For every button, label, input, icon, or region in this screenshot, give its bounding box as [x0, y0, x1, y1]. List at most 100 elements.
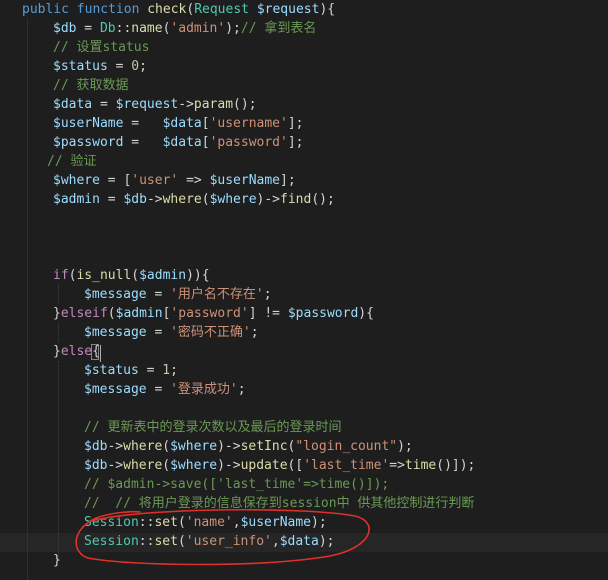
code-token: { — [92, 344, 100, 359]
code-line[interactable]: $data = $request->param(); — [53, 95, 257, 114]
code-token: check — [147, 2, 187, 17]
code-line[interactable]: // 更新表中的登录次数以及最后的登录时间 — [84, 418, 341, 437]
code-token: $where — [209, 192, 257, 207]
code-token: = — [76, 21, 100, 36]
code-line[interactable]: $where = ['user' => $userName]; — [53, 171, 296, 190]
indent-guide — [27, 19, 28, 580]
code-line[interactable]: $admin = $db->where($where)->find(); — [53, 190, 335, 209]
code-token: $admin — [115, 306, 163, 321]
code-token: // 更新表中的登录次数以及最后的登录时间 — [84, 420, 342, 435]
code-token: $password — [53, 135, 124, 150]
code-token: if — [53, 268, 69, 283]
code-line[interactable]: public function check(Request $request){ — [22, 0, 335, 19]
code-line[interactable]: }else{ — [53, 342, 100, 361]
code-token: ( — [107, 306, 116, 321]
code-token: = — [146, 325, 171, 340]
code-token: Request — [194, 2, 257, 17]
indent-guide — [58, 285, 59, 304]
code-line[interactable]: } — [53, 551, 61, 570]
code-token: -> — [107, 439, 124, 454]
code-line[interactable]: }elseif($admin['password'] != $password)… — [53, 304, 374, 323]
code-token: 'admin' — [170, 21, 226, 36]
code-token: ){ — [358, 306, 374, 321]
code-token: is_null — [76, 268, 132, 283]
code-token: ( — [177, 515, 186, 530]
code-token: where — [123, 439, 163, 454]
code-line[interactable]: $status = 0; — [53, 57, 147, 76]
code-line[interactable]: $password = $data['password']; — [53, 133, 304, 152]
code-token: = [ — [99, 173, 132, 188]
code-token: ]; — [287, 135, 304, 150]
code-line[interactable]: Session::set('name',$userName); — [84, 513, 327, 532]
code-token: = — [123, 135, 163, 150]
code-token: // $admin->save(['last_time'=>time()]); — [84, 477, 390, 492]
code-line[interactable]: // 验证 — [47, 152, 96, 171]
code-line[interactable]: // $admin->save(['last_time'=>time()]); — [84, 475, 389, 494]
code-line[interactable]: $status = 1; — [84, 361, 178, 380]
code-token: $userName — [209, 173, 281, 188]
code-line[interactable]: $message = '密码不正确'; — [84, 323, 259, 342]
code-line[interactable]: if(is_null($admin)){ — [53, 266, 210, 285]
code-token: $data — [53, 97, 93, 112]
code-token: -> — [146, 192, 163, 207]
code-token: , — [232, 515, 241, 530]
code-line[interactable]: $db = Db::name('admin');// 拿到表名 — [53, 19, 316, 38]
code-line[interactable]: $db->where($where)->setInc("login_count"… — [84, 437, 413, 456]
code-token: where — [162, 192, 202, 207]
code-token: ){ — [319, 2, 336, 17]
code-line[interactable]: $userName = $data['username']; — [53, 114, 304, 133]
code-token: '登录成功' — [170, 382, 238, 397]
code-token: [ — [201, 116, 210, 131]
code-token: -> — [107, 458, 124, 473]
code-token: $password — [287, 306, 359, 321]
code-editor[interactable]: public function check(Request $request){… — [0, 0, 608, 580]
code-token: $data — [162, 135, 202, 150]
code-token: set — [154, 515, 178, 530]
code-token: :: — [138, 534, 155, 549]
code-token: = — [123, 116, 163, 131]
code-token: $userName — [53, 116, 124, 131]
code-token: $data — [279, 534, 319, 549]
code-token: 'name' — [185, 515, 233, 530]
code-token: "login_count" — [295, 439, 398, 454]
code-token: param — [193, 97, 234, 112]
code-token: $status — [84, 363, 139, 378]
code-token: = — [146, 382, 171, 397]
code-token: :: — [115, 21, 132, 36]
code-token: 'user_info' — [185, 534, 272, 549]
code-token: // 验证 — [47, 154, 97, 169]
code-token: 'password' — [209, 135, 288, 150]
code-token: set — [154, 534, 178, 549]
code-token: => — [389, 458, 405, 473]
code-token: ]; — [287, 116, 304, 131]
code-token: setInc — [240, 439, 288, 454]
code-token: where — [123, 458, 163, 473]
code-line[interactable]: // 设置status — [53, 38, 149, 57]
code-token: ( — [201, 192, 210, 207]
code-token: // 拿到表名 — [240, 21, 317, 36]
code-token: ]; — [280, 173, 296, 188]
code-line[interactable]: // // 将用户登录的信息保存到session中 供其他控制进行判断 — [84, 494, 474, 513]
code-token: ; — [263, 287, 272, 302]
code-token: '密码不正确' — [170, 325, 251, 340]
code-token: '用户名不存在' — [170, 287, 264, 302]
code-line[interactable]: $message = '用户名不存在'; — [84, 285, 272, 304]
code-token: $db — [84, 439, 108, 454]
indent-guide — [58, 361, 59, 559]
text-cursor — [100, 345, 101, 362]
code-token: $where — [53, 173, 100, 188]
code-token: $data — [162, 116, 202, 131]
code-token: $message — [84, 382, 147, 397]
code-line[interactable]: $db->where($where)->update(['last_time'=… — [84, 456, 475, 475]
code-token: ); — [318, 534, 335, 549]
code-line[interactable]: Session::set('user_info',$data); — [84, 532, 334, 551]
code-line[interactable]: $message = '登录成功'; — [84, 380, 246, 399]
code-token: } — [53, 553, 61, 568]
code-token: ; — [170, 363, 178, 378]
code-token: 'user' — [131, 173, 179, 188]
code-token: = — [107, 59, 132, 74]
code-token: = — [138, 363, 163, 378]
code-token: ( — [177, 534, 186, 549]
code-token: (); — [233, 97, 257, 112]
code-line[interactable]: // 获取数据 — [53, 76, 128, 95]
